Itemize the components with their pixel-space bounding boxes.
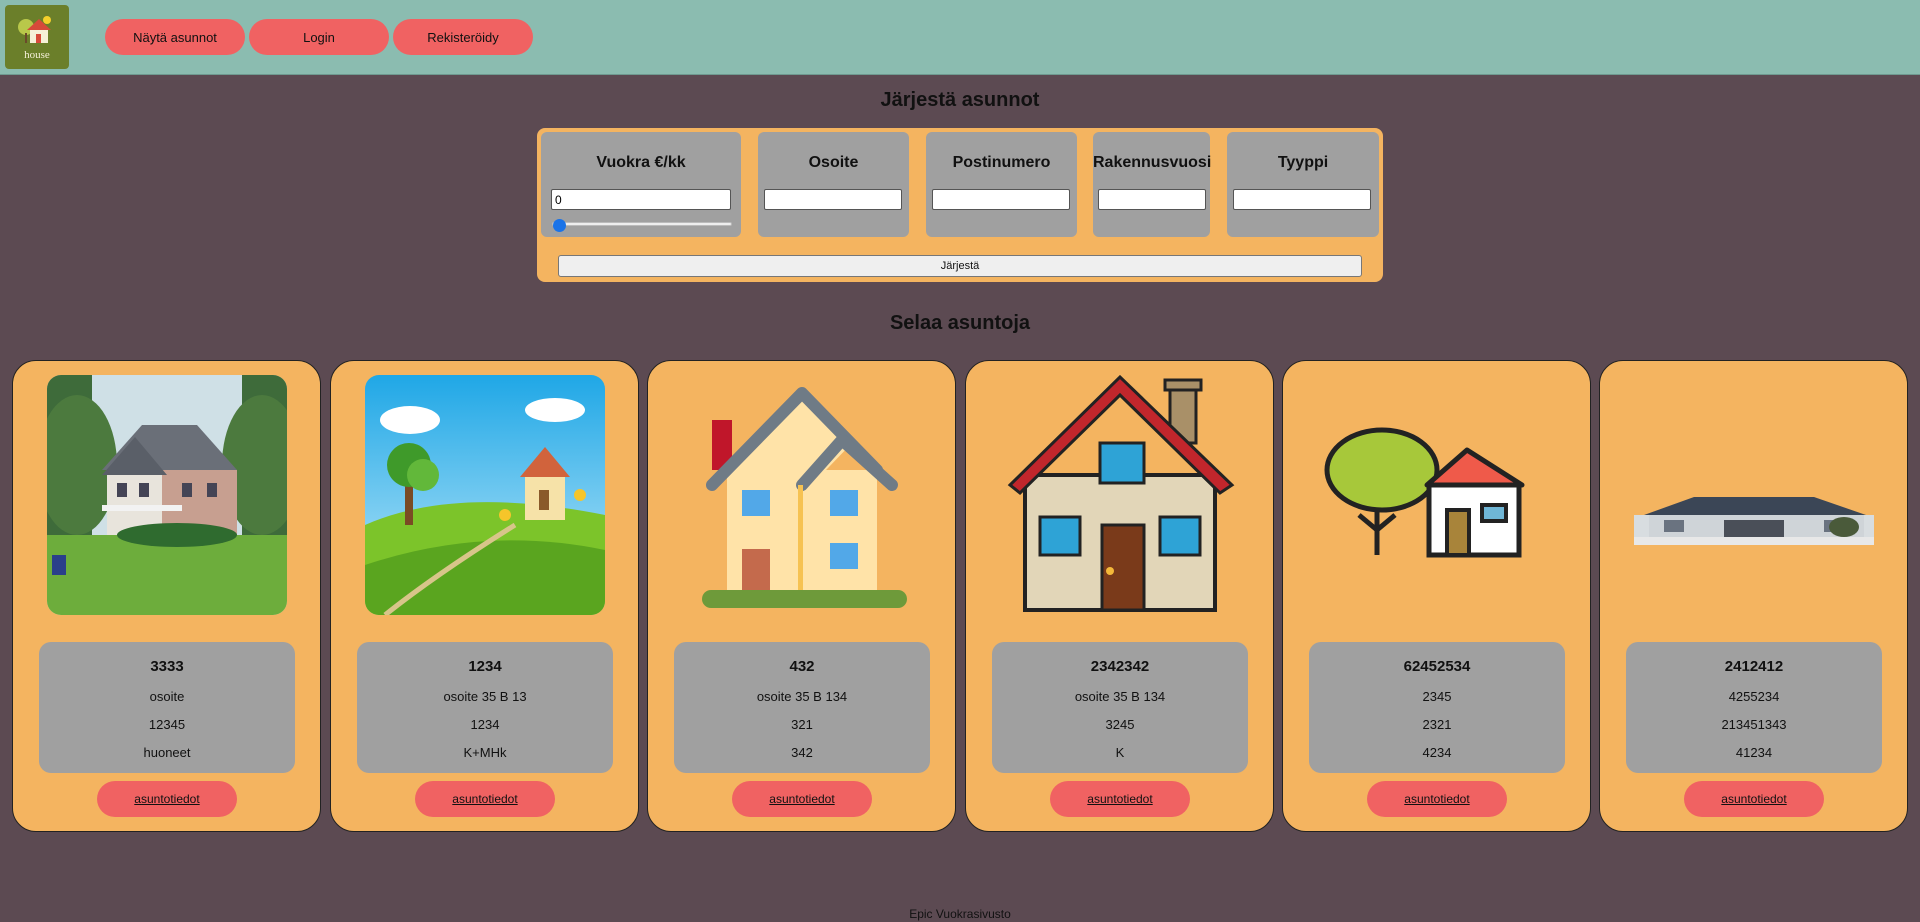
listing-details-link[interactable]: asuntotiedot [1367, 781, 1507, 817]
listing-postal-code: 213451343 [1721, 717, 1787, 732]
rent-slider-thumb[interactable] [553, 219, 566, 232]
sort-section-title: Järjestä asunnot [880, 89, 1040, 111]
footer-text: Epic Vuokrasivusto [909, 907, 1011, 921]
filter-panel: Vuokra €/kk Osoite Postinumero Rakennusv… [537, 128, 1383, 282]
listing-info: 1234 osoite 35 B 13 1234 K+MHk [357, 642, 613, 773]
build-year-input[interactable] [1098, 189, 1206, 210]
listing-price: 1234 [468, 658, 502, 675]
listing-info: 3333 osoite 12345 huoneet [39, 642, 295, 773]
listing-info: 62452534 2345 2321 4234 [1309, 642, 1565, 773]
listing-card: 3333 osoite 12345 huoneet asuntotiedot [12, 360, 321, 832]
listing-photo [1000, 375, 1240, 615]
filter-address-label: Osoite [808, 154, 859, 171]
site-logo[interactable]: house [5, 5, 69, 69]
listing-postal-code: 2321 [1422, 717, 1452, 732]
postal-code-input[interactable] [932, 189, 1070, 210]
listing-type: 4234 [1422, 745, 1452, 760]
listing-address: osoite 35 B 134 [1074, 689, 1166, 704]
listing-type: huoneet [143, 745, 191, 760]
listing-type: 41234 [1735, 745, 1773, 760]
listing-postal-code: 321 [791, 717, 813, 732]
listing-type: K+MHk [463, 745, 507, 760]
listing-address: osoite 35 B 134 [756, 689, 848, 704]
filter-rent: Vuokra €/kk [541, 132, 741, 237]
listing-details-link[interactable]: asuntotiedot [1050, 781, 1190, 817]
sort-button[interactable]: Järjestä [558, 255, 1362, 277]
filter-rent-label: Vuokra €/kk [596, 154, 686, 171]
filter-type: Tyyppi [1227, 132, 1379, 237]
filter-type-label: Tyyppi [1277, 154, 1329, 171]
listing-price: 2342342 [1090, 658, 1150, 675]
nav-show-listings-button[interactable]: Näytä asunnot [105, 19, 245, 55]
listing-price: 432 [789, 658, 815, 675]
type-input[interactable] [1233, 189, 1371, 210]
listing-postal-code: 12345 [148, 717, 186, 732]
nav-register-button[interactable]: Rekisteröidy [393, 19, 533, 55]
listing-postal-code: 3245 [1105, 717, 1135, 732]
listing-price: 2412412 [1724, 658, 1784, 675]
rent-slider-track [552, 222, 732, 226]
filter-build-year-label: Rakennusvuosi [1093, 154, 1212, 171]
listing-card: 2412412 4255234 213451343 41234 asuntoti… [1599, 360, 1908, 832]
listing-price: 3333 [150, 658, 184, 675]
listing-price: 62452534 [1403, 658, 1471, 675]
rent-input[interactable] [551, 189, 731, 210]
filter-postal-label: Postinumero [952, 154, 1051, 171]
listing-photo [1634, 375, 1874, 615]
listing-photo [682, 375, 922, 615]
listing-address: osoite [149, 689, 185, 704]
house-logo-icon [18, 16, 51, 43]
nav-login-button[interactable]: Login [249, 19, 389, 55]
listing-postal-code: 1234 [470, 717, 500, 732]
listing-info: 2412412 4255234 213451343 41234 [1626, 642, 1882, 773]
listing-details-link[interactable]: asuntotiedot [97, 781, 237, 817]
listing-photo [47, 375, 287, 615]
listing-photo [1317, 375, 1557, 615]
listing-details-link[interactable]: asuntotiedot [1684, 781, 1824, 817]
listing-card: 432 osoite 35 B 134 321 342 asuntotiedot [647, 360, 956, 832]
listing-info: 432 osoite 35 B 134 321 342 [674, 642, 930, 773]
address-input[interactable] [764, 189, 902, 210]
filter-build-year: Rakennusvuosi [1093, 132, 1212, 237]
listings-title: Selaa asuntoja [889, 312, 1031, 334]
rent-slider[interactable] [552, 219, 732, 232]
listing-details-link[interactable]: asuntotiedot [415, 781, 555, 817]
filter-address: Osoite [758, 132, 909, 237]
logo-text: house [24, 49, 50, 61]
filter-postal-code: Postinumero [926, 132, 1077, 237]
listing-info: 2342342 osoite 35 B 134 3245 K [992, 642, 1248, 773]
listing-address: 2345 [1422, 689, 1452, 704]
listing-details-link[interactable]: asuntotiedot [732, 781, 872, 817]
listing-card: 1234 osoite 35 B 13 1234 K+MHk asuntotie… [330, 360, 639, 832]
listing-address: 4255234 [1728, 689, 1780, 704]
listing-card: 2342342 osoite 35 B 134 3245 K asuntotie… [965, 360, 1274, 832]
listing-card: 62452534 2345 2321 4234 asuntotiedot [1282, 360, 1591, 832]
listing-photo [365, 375, 605, 615]
listing-type: K [1115, 745, 1125, 760]
listing-type: 342 [791, 745, 813, 760]
listing-address: osoite 35 B 13 [443, 689, 527, 704]
top-navbar: house Näytä asunnot Login Rekisteröidy [0, 0, 1920, 75]
